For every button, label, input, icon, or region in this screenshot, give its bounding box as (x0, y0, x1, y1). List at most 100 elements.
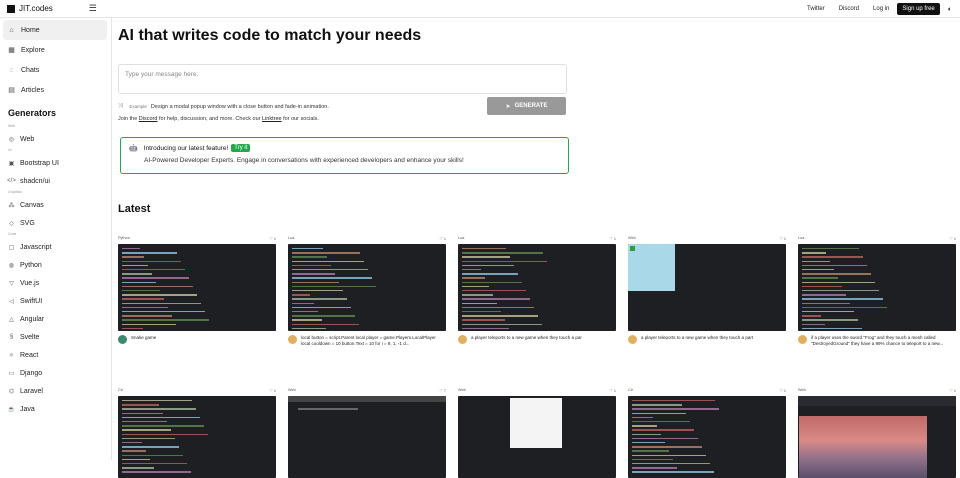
code-line (632, 446, 702, 448)
sidebar-item-svelte[interactable]: § Svelte (0, 328, 111, 346)
example-text[interactable]: Design a modal popup window with a close… (151, 104, 329, 110)
sidebar-item-canvas[interactable]: ⁂ Canvas (0, 196, 111, 214)
code-line (122, 425, 204, 427)
sidebar-item-swiftui[interactable]: ◁ SwiftUI (0, 292, 111, 310)
sidebar-item-python[interactable]: ◍ Python (0, 256, 111, 274)
menu-icon[interactable]: ☰ (89, 3, 97, 14)
card-caption: if a player uses the sword "Frog" and th… (811, 335, 944, 346)
sidebar-item-angular[interactable]: △ Angular (0, 310, 111, 328)
code-line (122, 442, 142, 444)
code-line (632, 467, 677, 469)
card[interactable]: Lua ♡ 1 a player teleports to a new game … (458, 236, 616, 344)
generate-button[interactable]: ➤ GENERATE (487, 97, 566, 115)
card[interactable]: Lua ♡ 1 if a player uses the sword "Frog"… (798, 236, 956, 346)
code-line (632, 454, 706, 456)
code-line (122, 285, 193, 288)
code-line (292, 285, 376, 288)
code-line (122, 269, 185, 271)
signup-button[interactable]: Sign up free (897, 3, 940, 15)
like-count[interactable]: ♡ 1 (949, 388, 956, 396)
linktree-link[interactable]: Linktree (262, 116, 282, 122)
code-line (802, 306, 887, 309)
like-count[interactable]: ♡ 1 (779, 388, 786, 396)
code-line (802, 248, 859, 250)
join-text: Join the Discord for help, discussion, a… (118, 116, 319, 122)
swift-icon: ◁ (9, 298, 14, 305)
sidebar-item-shadcn[interactable]: </> shadcn/ui (0, 172, 111, 190)
shuffle-icon[interactable]: ⤨ (118, 103, 122, 110)
code-line (292, 319, 322, 321)
card-tag: Web (628, 236, 636, 240)
code-line (802, 319, 858, 321)
card[interactable]: Web ♡ 1 (798, 388, 956, 478)
sidebar-item-vue[interactable]: ▽ Vue.js (0, 274, 111, 292)
login-link[interactable]: Log in (873, 6, 889, 12)
code-line (122, 260, 181, 262)
card[interactable]: Lua ♡ 1 local button = script.Parent loca… (288, 236, 446, 346)
card[interactable]: Python ♡ 1 Snake game (118, 236, 276, 344)
sidebar-item-javascript[interactable]: ▢ Javascript (0, 238, 111, 256)
code-line (632, 412, 686, 414)
code-line (122, 467, 154, 469)
web-preview (628, 244, 786, 331)
prompt-input[interactable]: Type your message here. (118, 64, 567, 94)
brand[interactable]: JIT.codes (7, 4, 53, 13)
sidebar-item-react[interactable]: ⚛ React (0, 346, 111, 364)
discord-link[interactable]: Discord (839, 6, 859, 12)
sidebar-item-bootstrap[interactable]: ▣ Bootstrap UI (0, 154, 111, 172)
code-line (292, 294, 310, 296)
sidebar-item-chats[interactable]: ◌ Chats (0, 60, 111, 80)
globe-icon: ◎ (8, 136, 15, 143)
like-count[interactable]: ♡ 1 (269, 388, 276, 396)
code-line (122, 404, 159, 406)
sidebar-item-laravel[interactable]: ⌬ Laravel (0, 382, 111, 400)
try-it-button[interactable]: Try it (231, 144, 251, 152)
sidebar-item-java[interactable]: ☕ Java (0, 400, 111, 418)
like-count[interactable]: ♡ 1 (609, 236, 616, 244)
code-line (122, 264, 148, 267)
card[interactable]: Web ♡ 1 a player teleports to a new game … (628, 236, 786, 344)
sidebar-item-explore[interactable]: ▦ Explore (0, 40, 111, 60)
card-tag: Web (798, 388, 806, 392)
code-line (802, 256, 863, 258)
python-icon: ◍ (8, 262, 15, 269)
sidebar-item-home[interactable]: ⌂ Home (3, 20, 107, 40)
code-line (122, 277, 189, 279)
like-count[interactable]: ♡ 1 (779, 236, 786, 244)
card[interactable]: Web ♡ 1 (458, 388, 616, 478)
discord-inline-link[interactable]: Discord (139, 116, 158, 122)
code-line (632, 400, 715, 402)
sidebar-item-django[interactable]: ▭ Django (0, 364, 111, 382)
page-title: AI that writes code to match your needs (118, 27, 422, 44)
code-line (632, 437, 698, 440)
avatar (118, 335, 127, 344)
theme-toggle-icon[interactable]: ◐ (948, 6, 952, 13)
sidebar-item-articles[interactable]: ▤ Articles (0, 80, 111, 100)
card[interactable]: Web ♡ 7 (288, 388, 446, 478)
like-count[interactable]: ♡ 7 (439, 388, 446, 396)
code-line (122, 298, 164, 300)
like-count[interactable]: ♡ 1 (609, 388, 616, 396)
code-line (122, 463, 187, 465)
chat-icon: ◌ (9, 66, 14, 74)
code-line (632, 442, 665, 444)
card[interactable]: C# ♡ 1 (628, 388, 786, 478)
article-icon: ▤ (8, 87, 15, 94)
code-line (292, 315, 355, 317)
like-count[interactable]: ♡ 1 (269, 236, 276, 244)
avatar (628, 335, 637, 344)
sidebar-item-svg[interactable]: ◇ SVG (0, 214, 111, 232)
like-count[interactable]: ♡ 1 (439, 236, 446, 244)
code-line (122, 327, 143, 330)
like-count[interactable]: ♡ 1 (949, 236, 956, 244)
code-line (802, 294, 846, 296)
code-line (802, 302, 850, 304)
preview-header (798, 396, 956, 406)
card[interactable]: C# ♡ 1 (118, 388, 276, 478)
top-bar: JIT.codes ☰ Twitter Discord Log in Sign … (0, 0, 960, 18)
code-line (632, 425, 657, 427)
code-line (802, 281, 875, 283)
twitter-link[interactable]: Twitter (807, 6, 825, 12)
sidebar-item-web[interactable]: ◎ Web (0, 130, 111, 148)
feature-intro: Introducing our latest feature! (143, 144, 229, 152)
